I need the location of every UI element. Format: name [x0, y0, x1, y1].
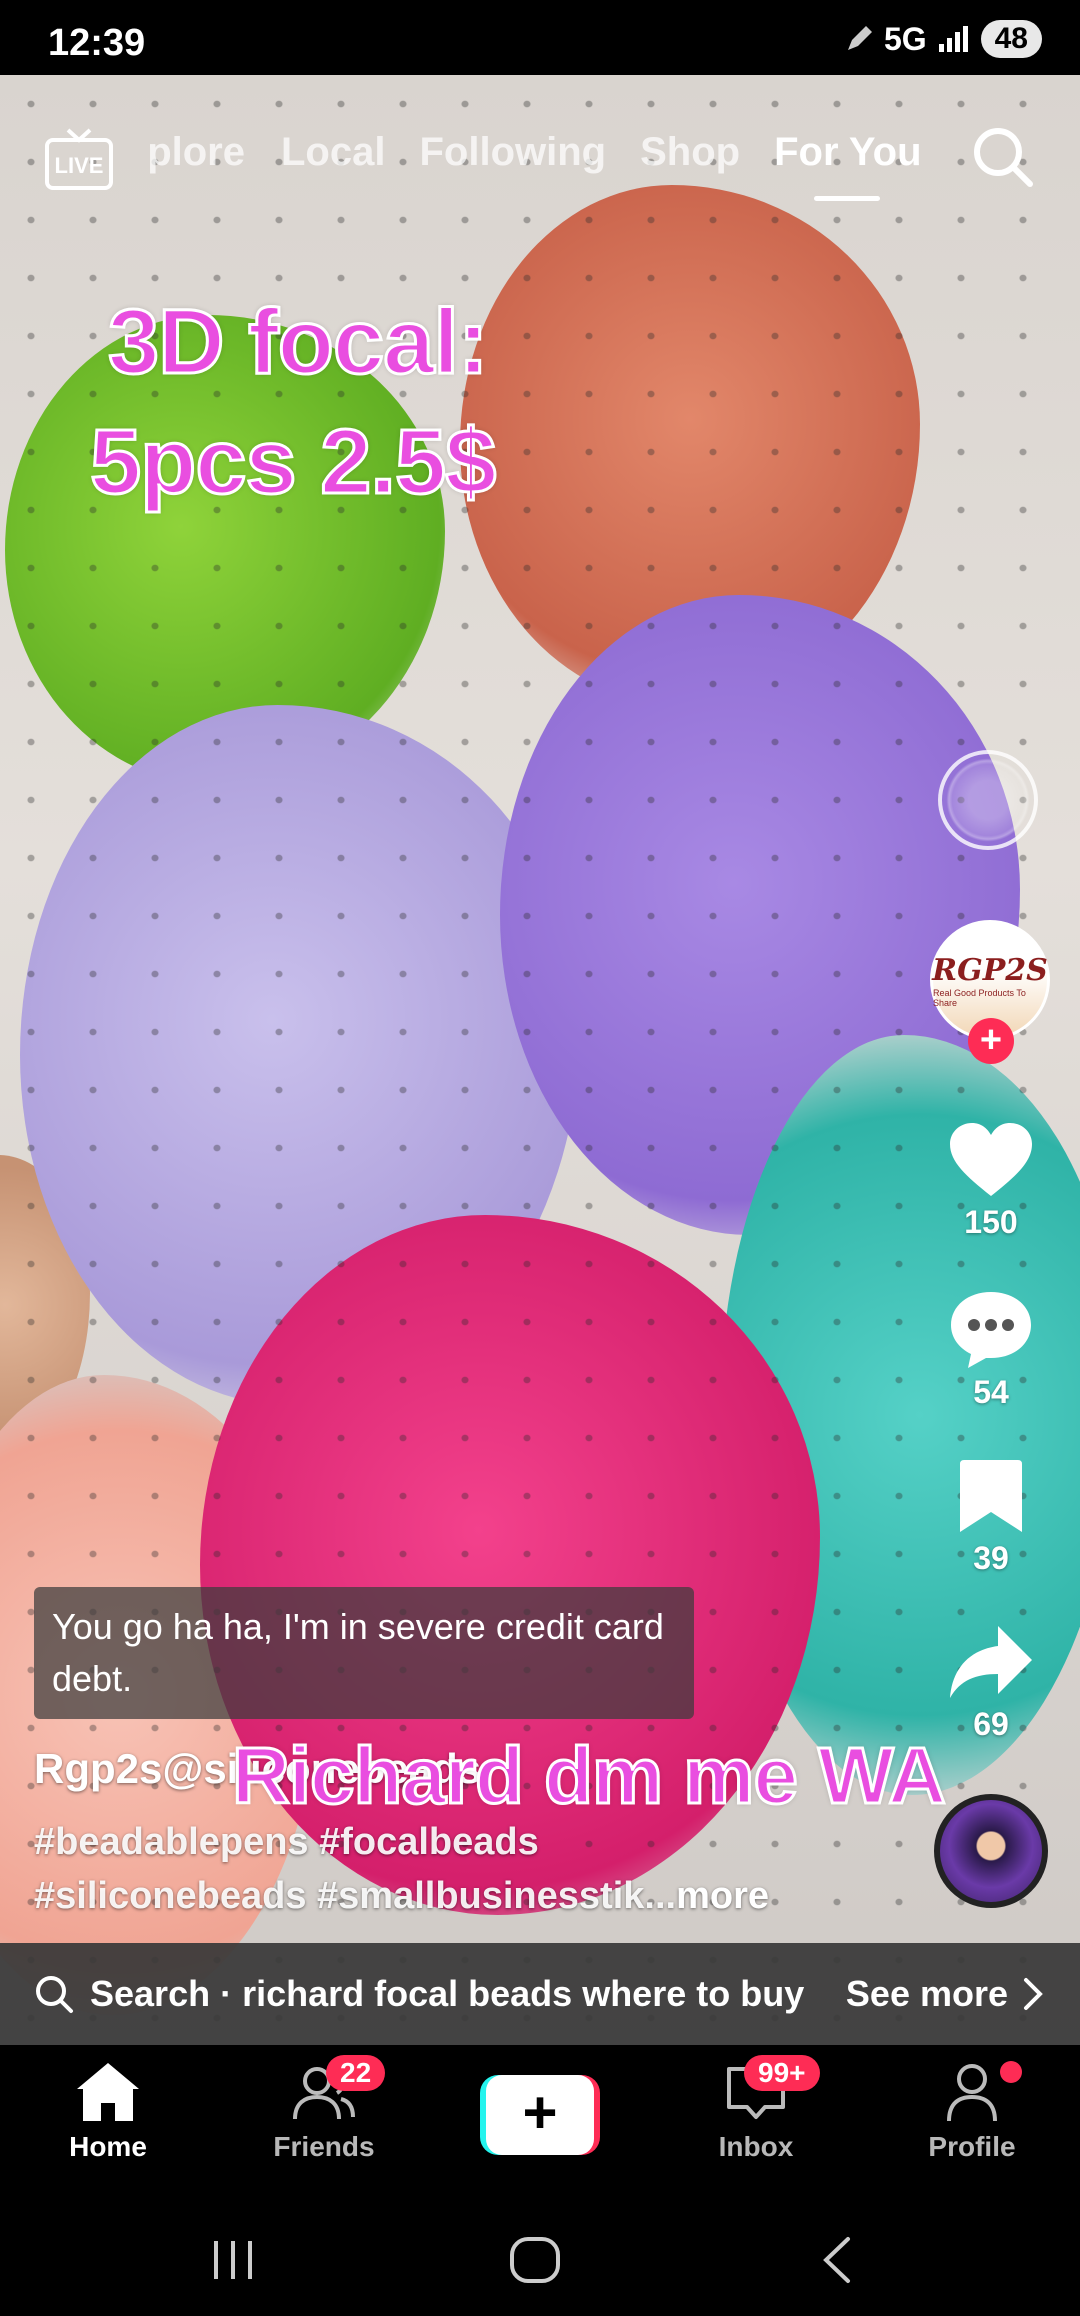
comment-icon — [951, 1292, 1031, 1368]
subtitle-caption: You go ha ha, I'm in severe credit card … — [34, 1587, 694, 1719]
avatar-logo-text: RGP2S — [932, 952, 1048, 988]
status-time: 12:39 — [48, 22, 146, 64]
status-bar: 12:39 5G 48 — [0, 0, 1080, 75]
nav-friends[interactable]: 22 Friends — [234, 2055, 414, 2163]
create-button[interactable]: + — [480, 2075, 600, 2155]
bottom-nav: Home 22 Friends + 99+ Inbox Profile — [0, 2045, 1080, 2205]
promo-text-line-3: Richard dm me WA — [230, 1730, 947, 1822]
nav-inbox-label: Inbox — [718, 2131, 794, 2162]
see-more-link[interactable]: See more — [846, 1973, 1008, 2015]
promo-text-line-1: 3D focal: — [107, 290, 491, 395]
hashtags-line-1: #beadablepens #focalbeads — [34, 1821, 539, 1863]
save-count: 39 — [973, 1540, 1009, 1576]
promo-text-line-2: 5pcs 2.5$ — [88, 410, 497, 515]
share-count: 69 — [973, 1706, 1009, 1742]
tab-following[interactable]: Following — [419, 130, 606, 175]
system-nav-bar — [0, 2205, 1080, 2316]
inbox-badge: 99+ — [744, 2055, 820, 2091]
pen-icon — [847, 26, 872, 50]
nav-friends-label: Friends — [273, 2131, 375, 2162]
tab-shop[interactable]: Shop — [640, 130, 740, 175]
save-button[interactable]: 39 — [926, 1456, 1056, 1577]
svg-text:LIVE: LIVE — [55, 153, 104, 178]
follow-button[interactable]: + — [968, 1018, 1014, 1064]
share-arrow-icon — [950, 1626, 1032, 1698]
feed-tabs: plore Local Following Shop For You — [150, 130, 956, 201]
music-disc-icon[interactable] — [934, 1794, 1048, 1908]
friends-badge: 22 — [326, 2055, 386, 2091]
nav-profile[interactable]: Profile — [882, 2059, 1062, 2163]
heart-icon — [950, 1123, 1032, 1196]
effect-disc-icon[interactable] — [938, 750, 1038, 850]
recents-icon[interactable] — [208, 2235, 258, 2285]
nav-home-label: Home — [69, 2131, 147, 2162]
chevron-right-icon — [1024, 1978, 1043, 2010]
profile-icon — [947, 2064, 997, 2122]
live-icon[interactable]: LIVE — [44, 126, 114, 192]
battery-indicator: 48 — [980, 20, 1042, 58]
comment-count: 54 — [973, 1374, 1009, 1410]
share-button[interactable]: 69 — [926, 1622, 1056, 1743]
like-button[interactable]: 150 — [926, 1120, 1056, 1241]
search-icon[interactable] — [970, 124, 1036, 190]
status-indicators: 5G 48 — [844, 20, 1042, 58]
home-nav-icon[interactable] — [508, 2235, 562, 2285]
hashtags-line-2: #siliconebeads #smallbusinesstik... — [34, 1875, 677, 1917]
back-icon[interactable] — [816, 2235, 856, 2285]
more-link[interactable]: more — [676, 1875, 769, 1917]
search-suggestion-bar[interactable]: Search · richard focal beads where to bu… — [0, 1943, 1080, 2045]
nav-home[interactable]: Home — [18, 2059, 198, 2163]
comment-button[interactable]: 54 — [926, 1288, 1056, 1411]
plus-icon: + — [486, 2075, 594, 2155]
search-icon — [36, 1976, 73, 2013]
tab-explore[interactable]: plore — [150, 130, 245, 175]
search-suggestion-text: Search · richard focal beads where to bu… — [90, 1973, 805, 2014]
home-icon — [77, 2063, 139, 2121]
bookmark-icon — [960, 1460, 1022, 1532]
tab-local[interactable]: Local — [281, 130, 385, 175]
avatar-tagline: Real Good Products To Share — [933, 987, 1026, 1008]
video-description[interactable]: #beadablepens #focalbeads #siliconebeads… — [34, 1815, 884, 1923]
nav-inbox[interactable]: 99+ Inbox — [666, 2055, 846, 2163]
network-type: 5G — [883, 20, 927, 57]
top-nav: LIVE plore Local Following Shop For You — [0, 118, 1080, 218]
nav-profile-label: Profile — [928, 2131, 1016, 2162]
signal-icon — [938, 26, 968, 52]
like-count: 150 — [964, 1204, 1018, 1240]
tab-for-you[interactable]: For You — [774, 130, 922, 201]
profile-notification-dot — [1000, 2061, 1022, 2083]
